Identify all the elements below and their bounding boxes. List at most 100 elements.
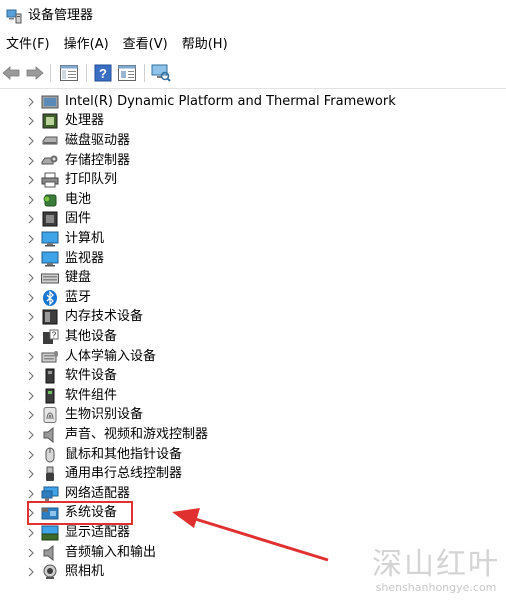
tree-item-firmware[interactable]: 固件: [0, 210, 506, 230]
usb-icon: [46, 466, 54, 482]
audio-io-icon: [43, 544, 54, 561]
display-adapter-icon: [41, 525, 59, 541]
mouse-icon: [45, 447, 55, 463]
tree-item-label: 计算机: [65, 230, 105, 246]
back-button[interactable]: [0, 62, 22, 84]
tree-item-label: 打印队列: [65, 172, 118, 188]
menu-help[interactable]: 帮助(H): [175, 34, 235, 56]
camera-icon: [43, 564, 57, 580]
chevron-right-icon[interactable]: [27, 391, 35, 401]
chevron-right-icon[interactable]: [27, 489, 35, 499]
chevron-right-icon[interactable]: [27, 156, 35, 166]
scan-hardware-button[interactable]: [150, 62, 172, 84]
menu-file[interactable]: 文件(F): [0, 34, 57, 56]
menu-action[interactable]: 操作(A): [57, 34, 116, 56]
chevron-right-icon[interactable]: [27, 195, 35, 205]
title-bar: 设备管理器: [0, 0, 506, 32]
menu-view[interactable]: 查看(V): [116, 34, 175, 56]
disk-drive-icon: [42, 136, 58, 145]
monitor-icon: [41, 251, 59, 267]
toolbar-separator: [50, 64, 51, 82]
chevron-right-icon[interactable]: [27, 450, 35, 460]
tree-item-processor[interactable]: 处理器: [0, 112, 506, 132]
tree-item-biometric[interactable]: 生物识别设备: [0, 406, 506, 426]
tree-item-computer[interactable]: 计算机: [0, 229, 506, 249]
chevron-right-icon[interactable]: [27, 548, 35, 558]
tree-item-software-components[interactable]: 软件组件: [0, 386, 506, 406]
tree-item-label: 鼠标和其他指针设备: [65, 446, 183, 462]
other-device-icon: ?: [43, 329, 59, 344]
tree-item-other-devices[interactable]: ? 其他设备: [0, 327, 506, 347]
battery-icon: [43, 194, 57, 207]
tree-item-bluetooth[interactable]: 蓝牙: [0, 288, 506, 308]
toolbar: ?: [0, 58, 506, 89]
tree-item-batteries[interactable]: 电池: [0, 190, 506, 210]
tree-item-label: 键盘: [65, 270, 92, 286]
chevron-right-icon[interactable]: [27, 371, 35, 381]
tree-item-hid[interactable]: 人体学输入设备: [0, 347, 506, 367]
keyboard-icon: [41, 273, 59, 284]
hid-icon: [41, 350, 58, 363]
device-folder-icon: [41, 95, 59, 109]
scan-hardware-icon: [151, 64, 171, 82]
svg-text:?: ?: [99, 66, 107, 81]
chevron-right-icon[interactable]: [27, 469, 35, 479]
forward-button[interactable]: [24, 62, 46, 84]
tree-item-label: 内存技术设备: [65, 309, 144, 325]
software-device-icon: [45, 368, 55, 384]
chevron-right-icon[interactable]: [27, 528, 35, 538]
tree-item-mice[interactable]: 鼠标和其他指针设备: [0, 445, 506, 465]
tree-item-storage-controllers[interactable]: 存储控制器: [0, 151, 506, 171]
chevron-right-icon[interactable]: [27, 312, 35, 322]
chevron-right-icon[interactable]: [27, 136, 35, 146]
chevron-right-icon[interactable]: [27, 352, 35, 362]
device-manager-icon: [6, 9, 22, 24]
tree-item-label: 软件设备: [65, 368, 118, 384]
chevron-right-icon[interactable]: [27, 116, 35, 126]
tree-item-monitors[interactable]: 监视器: [0, 249, 506, 269]
tree-item-label: 处理器: [65, 113, 105, 129]
highlight-box: [27, 501, 133, 525]
properties-button[interactable]: [116, 62, 138, 84]
chevron-right-icon[interactable]: [27, 410, 35, 420]
tree-item-intel-dptf[interactable]: Intel(R) Dynamic Platform and Thermal Fr…: [0, 92, 506, 112]
chevron-right-icon[interactable]: [27, 234, 35, 244]
software-component-icon: [45, 388, 55, 404]
computer-icon: [41, 231, 59, 247]
forward-arrow-icon: [26, 66, 44, 80]
tree-item-software-devices[interactable]: 软件设备: [0, 366, 506, 386]
tree-item-label: 生物识别设备: [65, 407, 144, 423]
tree-item-label: 音频输入和输出: [65, 544, 157, 560]
sound-icon: [43, 426, 54, 443]
chevron-right-icon[interactable]: [27, 175, 35, 185]
annotation-arrow-icon: [172, 508, 329, 562]
back-arrow-icon: [2, 66, 20, 80]
tree-item-print-queues[interactable]: 打印队列: [0, 170, 506, 190]
tree-item-label: 磁盘驱动器: [65, 132, 131, 148]
chevron-right-icon[interactable]: [27, 254, 35, 264]
chevron-right-icon[interactable]: [27, 214, 35, 224]
menu-bar: 文件(F) 操作(A) 查看(V) 帮助(H): [0, 34, 506, 56]
chevron-right-icon[interactable]: [27, 332, 35, 342]
tree-item-keyboards[interactable]: 键盘: [0, 268, 506, 288]
tree-item-memory-devices[interactable]: 内存技术设备: [0, 308, 506, 328]
chevron-right-icon[interactable]: [27, 97, 35, 107]
window-title: 设备管理器: [28, 8, 94, 23]
tree-item-label: Intel(R) Dynamic Platform and Thermal Fr…: [65, 93, 396, 109]
chevron-right-icon[interactable]: [27, 430, 35, 440]
chevron-right-icon[interactable]: [27, 567, 35, 577]
storage-controller-icon: [41, 155, 58, 165]
tree-item-disk-drives[interactable]: 磁盘驱动器: [0, 131, 506, 151]
tree-item-usb[interactable]: 通用串行总线控制器: [0, 464, 506, 484]
tree-item-label: 通用串行总线控制器: [65, 466, 183, 482]
chevron-right-icon[interactable]: [27, 273, 35, 283]
biometric-icon: [43, 407, 57, 424]
tree-item-label: 人体学输入设备: [65, 348, 157, 364]
properties-icon: [118, 65, 136, 81]
tree-item-label: 电池: [65, 191, 92, 207]
help-button[interactable]: ?: [92, 62, 114, 84]
show-hide-tree-button[interactable]: [58, 62, 80, 84]
firmware-icon: [42, 211, 58, 227]
tree-item-sound-video-game[interactable]: 声音、视频和游戏控制器: [0, 425, 506, 445]
chevron-right-icon[interactable]: [27, 293, 35, 303]
